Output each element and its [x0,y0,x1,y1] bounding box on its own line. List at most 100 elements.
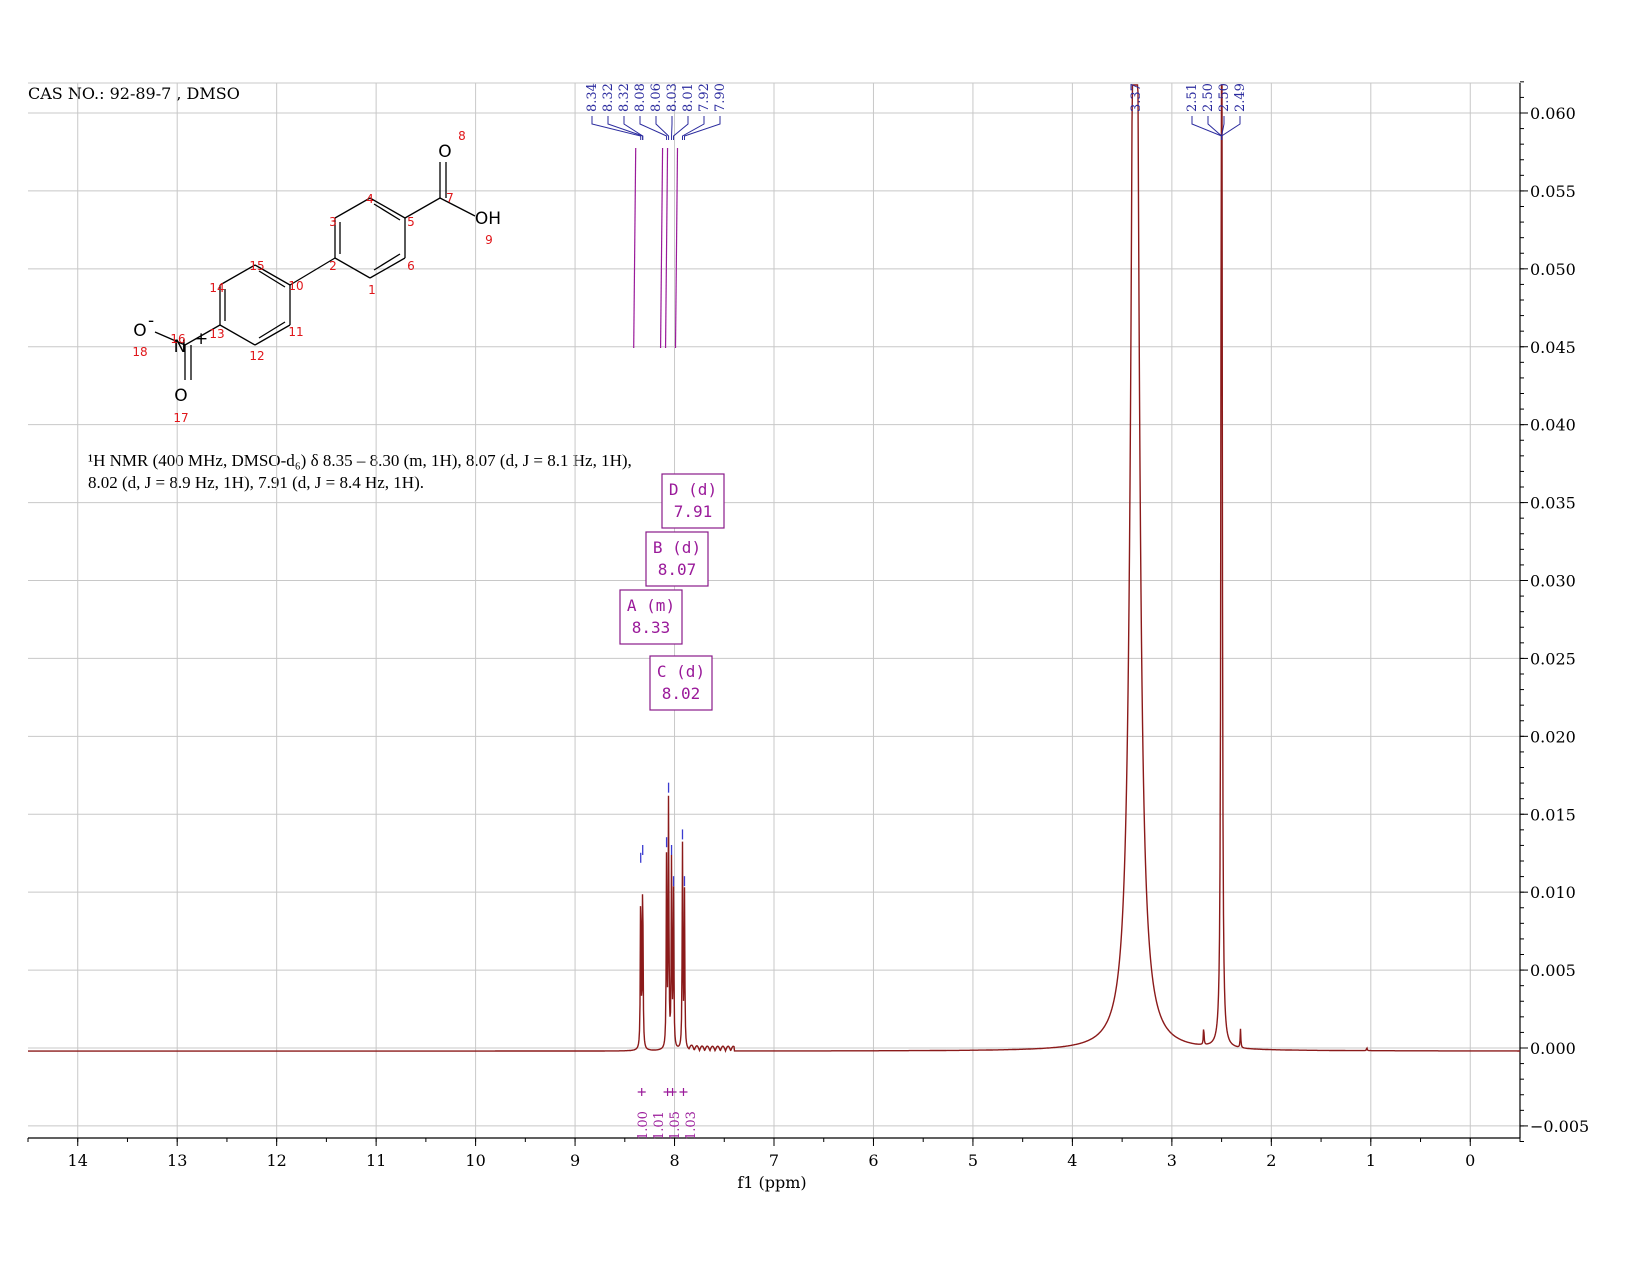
x-tick-label: 13 [167,1151,187,1170]
label-connector [639,116,668,140]
y-tick-label: 0.015 [1530,805,1576,824]
x-tick-label: 1 [1366,1151,1376,1170]
x-axis-label: f1 (ppm) [737,1173,806,1192]
nitro-oxygen: O [174,386,187,406]
bond [258,270,286,288]
x-tick-label: 5 [968,1151,978,1170]
peak-label: 7.90 [713,83,728,112]
guide-line [674,147,679,349]
atom-number: 8 [458,129,466,143]
charge-minus: - [148,311,154,331]
atom-number: 6 [407,259,415,273]
x-tick-label: 14 [68,1151,88,1170]
label-connector [591,116,642,140]
peak-labels: 8.34 8.32 8.32 8.08 8.06 8.03 8.01 7.92 7.90 3.37… [585,83,1248,112]
peak-markers [640,782,686,887]
integral-value: 1.00 [636,1111,651,1140]
label-connector [683,116,721,140]
atom-number: 14 [209,281,224,295]
x-tick-label: 8 [669,1151,679,1170]
atom-number: 2 [329,259,337,273]
multiplet-label: D (d) [669,480,717,499]
multiplet-boxes: D (d) 7.91 B (d) 8.07 A (m) 8.33 C (d) 8.02 [619,473,725,711]
y-axis-ticks: −0.005 0.000 0.005 0.010 0.015 0.020 0.025 0.03… [1520,81,1589,1142]
integral-value: 1.05 [668,1111,683,1140]
x-tick-label: 3 [1167,1151,1177,1170]
x-tick-label: 4 [1067,1151,1077,1170]
x-tick-label: 2 [1266,1151,1276,1170]
atom-number: 3 [329,215,337,229]
multiplet-shift: 8.07 [658,560,697,579]
x-tick-label: 0 [1465,1151,1475,1170]
integral-bracket [637,1088,646,1096]
atom-number: 5 [407,215,415,229]
peak-label-connectors [591,116,1241,349]
x-tick-label: 10 [465,1151,485,1170]
molecule-drawing: OOHONO+-123456789101112131415161718 [132,129,501,425]
bond [254,324,291,346]
peak-label: 8.01 [681,83,696,112]
bond [334,257,371,279]
bond [373,203,401,221]
y-tick-label: 0.025 [1530,649,1576,668]
y-tick-label: −0.005 [1530,1117,1589,1136]
integral-value: 1.03 [684,1111,699,1140]
x-tick-label: 9 [570,1151,580,1170]
y-tick-label: 0.055 [1530,182,1576,201]
x-tick-label: 6 [868,1151,878,1170]
label-connector [607,116,644,140]
integral-bracket [668,1088,677,1096]
atom-number: 13 [209,327,224,341]
bond [334,197,371,219]
peak-label: 8.03 [665,83,680,112]
peak-label: 8.06 [649,83,664,112]
label-connector [1207,116,1223,140]
multiplet-box: C (d) 8.02 [649,655,713,711]
bond [219,324,256,346]
peak-label: 8.34 [585,83,600,112]
bond [369,197,406,219]
atom-number: 9 [485,233,493,247]
atom-number: 1 [368,283,376,297]
peak-label-dmso: 2.49 [1233,83,1248,112]
guide-line [633,147,637,349]
guide-line [659,147,664,349]
multiplet-label: B (d) [653,538,701,557]
peak-label: 8.32 [601,83,616,112]
y-tick-label: 0.060 [1530,104,1576,123]
atom-number: 7 [446,191,454,205]
atom-number: 16 [170,332,185,346]
y-tick-label: 0.010 [1530,883,1576,902]
y-tick-label: 0.050 [1530,260,1576,279]
hydroxyl: OH [475,209,501,229]
nitro-oxygen-minus: O [133,321,146,341]
peak-label: 8.32 [617,83,632,112]
multiplet-box: A (m) 8.33 [619,589,683,645]
grid [28,83,1520,1138]
charge-plus: + [194,329,208,349]
multiplet-box: B (d) 8.07 [645,531,709,587]
atom-number: 11 [288,325,303,339]
multiplet-shift: 8.02 [662,684,701,703]
nmr-spectrum-chart: 14 13 12 11 10 9 8 7 6 5 4 3 2 1 0 −0.0050.0000.0050.0… [27,81,1589,1192]
label-connector [1191,116,1223,140]
peak-label-dmso: 2.51 [1185,83,1200,112]
y-tick-label: 0.000 [1530,1039,1576,1058]
y-tick-label: 0.005 [1530,961,1576,980]
multiplet-label: A (m) [627,596,675,615]
y-tick-label: 0.040 [1530,416,1576,435]
y-tick-label: 0.020 [1530,727,1576,746]
atom-number: 18 [132,345,147,359]
atom-number: 17 [173,411,188,425]
atom-number: 15 [249,259,264,273]
y-tick-label: 0.030 [1530,572,1576,591]
label-connector [673,116,689,140]
peak-label-dmso: 2.50 [1217,83,1232,112]
x-tick-label: 12 [266,1151,286,1170]
x-tick-label: 11 [366,1151,386,1170]
integral-bracket [679,1088,688,1096]
peak-label-water: 3.37 [1129,83,1144,112]
y-tick-label: 0.035 [1530,494,1576,513]
carbonyl-oxygen: O [438,142,451,162]
multiplet-label: C (d) [657,662,705,681]
